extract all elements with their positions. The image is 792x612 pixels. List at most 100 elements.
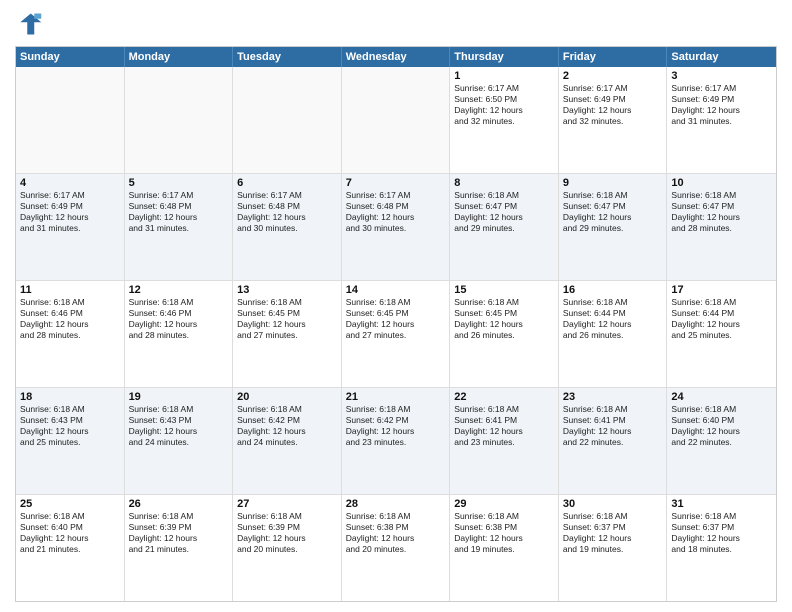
header-day-friday: Friday bbox=[559, 47, 668, 67]
calendar-header: SundayMondayTuesdayWednesdayThursdayFrid… bbox=[16, 47, 776, 67]
day-number: 8 bbox=[454, 177, 554, 189]
calendar-cell: 9Sunrise: 6:18 AMSunset: 6:47 PMDaylight… bbox=[559, 174, 668, 280]
header bbox=[15, 10, 777, 38]
calendar-cell: 11Sunrise: 6:18 AMSunset: 6:46 PMDayligh… bbox=[16, 281, 125, 387]
calendar: SundayMondayTuesdayWednesdayThursdayFrid… bbox=[15, 46, 777, 602]
calendar-row-3: 11Sunrise: 6:18 AMSunset: 6:46 PMDayligh… bbox=[16, 280, 776, 387]
cell-sun-info: Sunrise: 6:18 AMSunset: 6:47 PMDaylight:… bbox=[671, 190, 772, 234]
day-number: 28 bbox=[346, 498, 446, 510]
calendar-cell: 21Sunrise: 6:18 AMSunset: 6:42 PMDayligh… bbox=[342, 388, 451, 494]
calendar-row-5: 25Sunrise: 6:18 AMSunset: 6:40 PMDayligh… bbox=[16, 494, 776, 601]
cell-sun-info: Sunrise: 6:18 AMSunset: 6:42 PMDaylight:… bbox=[237, 404, 337, 448]
cell-sun-info: Sunrise: 6:17 AMSunset: 6:49 PMDaylight:… bbox=[671, 83, 772, 127]
calendar-cell: 15Sunrise: 6:18 AMSunset: 6:45 PMDayligh… bbox=[450, 281, 559, 387]
day-number: 3 bbox=[671, 70, 772, 82]
calendar-cell: 28Sunrise: 6:18 AMSunset: 6:38 PMDayligh… bbox=[342, 495, 451, 601]
calendar-cell: 18Sunrise: 6:18 AMSunset: 6:43 PMDayligh… bbox=[16, 388, 125, 494]
calendar-cell: 27Sunrise: 6:18 AMSunset: 6:39 PMDayligh… bbox=[233, 495, 342, 601]
day-number: 10 bbox=[671, 177, 772, 189]
cell-sun-info: Sunrise: 6:18 AMSunset: 6:47 PMDaylight:… bbox=[454, 190, 554, 234]
day-number: 27 bbox=[237, 498, 337, 510]
day-number: 2 bbox=[563, 70, 663, 82]
calendar-cell: 4Sunrise: 6:17 AMSunset: 6:49 PMDaylight… bbox=[16, 174, 125, 280]
cell-sun-info: Sunrise: 6:17 AMSunset: 6:49 PMDaylight:… bbox=[20, 190, 120, 234]
cell-sun-info: Sunrise: 6:18 AMSunset: 6:38 PMDaylight:… bbox=[346, 511, 446, 555]
header-day-thursday: Thursday bbox=[450, 47, 559, 67]
day-number: 30 bbox=[563, 498, 663, 510]
cell-sun-info: Sunrise: 6:18 AMSunset: 6:44 PMDaylight:… bbox=[563, 297, 663, 341]
day-number: 31 bbox=[671, 498, 772, 510]
day-number: 21 bbox=[346, 391, 446, 403]
cell-sun-info: Sunrise: 6:18 AMSunset: 6:38 PMDaylight:… bbox=[454, 511, 554, 555]
day-number: 20 bbox=[237, 391, 337, 403]
cell-sun-info: Sunrise: 6:18 AMSunset: 6:40 PMDaylight:… bbox=[20, 511, 120, 555]
day-number: 18 bbox=[20, 391, 120, 403]
day-number: 11 bbox=[20, 284, 120, 296]
calendar-cell: 23Sunrise: 6:18 AMSunset: 6:41 PMDayligh… bbox=[559, 388, 668, 494]
calendar-cell: 1Sunrise: 6:17 AMSunset: 6:50 PMDaylight… bbox=[450, 67, 559, 173]
cell-sun-info: Sunrise: 6:17 AMSunset: 6:48 PMDaylight:… bbox=[346, 190, 446, 234]
day-number: 13 bbox=[237, 284, 337, 296]
calendar-cell: 20Sunrise: 6:18 AMSunset: 6:42 PMDayligh… bbox=[233, 388, 342, 494]
cell-sun-info: Sunrise: 6:18 AMSunset: 6:37 PMDaylight:… bbox=[563, 511, 663, 555]
cell-sun-info: Sunrise: 6:18 AMSunset: 6:37 PMDaylight:… bbox=[671, 511, 772, 555]
cell-sun-info: Sunrise: 6:18 AMSunset: 6:45 PMDaylight:… bbox=[346, 297, 446, 341]
calendar-body: 1Sunrise: 6:17 AMSunset: 6:50 PMDaylight… bbox=[16, 67, 776, 601]
day-number: 12 bbox=[129, 284, 229, 296]
calendar-cell: 19Sunrise: 6:18 AMSunset: 6:43 PMDayligh… bbox=[125, 388, 234, 494]
day-number: 24 bbox=[671, 391, 772, 403]
day-number: 14 bbox=[346, 284, 446, 296]
calendar-cell: 25Sunrise: 6:18 AMSunset: 6:40 PMDayligh… bbox=[16, 495, 125, 601]
day-number: 23 bbox=[563, 391, 663, 403]
cell-sun-info: Sunrise: 6:18 AMSunset: 6:47 PMDaylight:… bbox=[563, 190, 663, 234]
cell-sun-info: Sunrise: 6:18 AMSunset: 6:43 PMDaylight:… bbox=[129, 404, 229, 448]
calendar-cell bbox=[16, 67, 125, 173]
cell-sun-info: Sunrise: 6:18 AMSunset: 6:39 PMDaylight:… bbox=[237, 511, 337, 555]
header-day-sunday: Sunday bbox=[16, 47, 125, 67]
cell-sun-info: Sunrise: 6:18 AMSunset: 6:40 PMDaylight:… bbox=[671, 404, 772, 448]
calendar-cell: 3Sunrise: 6:17 AMSunset: 6:49 PMDaylight… bbox=[667, 67, 776, 173]
day-number: 26 bbox=[129, 498, 229, 510]
calendar-cell: 2Sunrise: 6:17 AMSunset: 6:49 PMDaylight… bbox=[559, 67, 668, 173]
day-number: 29 bbox=[454, 498, 554, 510]
calendar-cell: 17Sunrise: 6:18 AMSunset: 6:44 PMDayligh… bbox=[667, 281, 776, 387]
day-number: 17 bbox=[671, 284, 772, 296]
cell-sun-info: Sunrise: 6:17 AMSunset: 6:48 PMDaylight:… bbox=[129, 190, 229, 234]
calendar-cell: 13Sunrise: 6:18 AMSunset: 6:45 PMDayligh… bbox=[233, 281, 342, 387]
cell-sun-info: Sunrise: 6:18 AMSunset: 6:46 PMDaylight:… bbox=[129, 297, 229, 341]
day-number: 7 bbox=[346, 177, 446, 189]
calendar-cell bbox=[342, 67, 451, 173]
cell-sun-info: Sunrise: 6:18 AMSunset: 6:44 PMDaylight:… bbox=[671, 297, 772, 341]
cell-sun-info: Sunrise: 6:18 AMSunset: 6:42 PMDaylight:… bbox=[346, 404, 446, 448]
cell-sun-info: Sunrise: 6:18 AMSunset: 6:41 PMDaylight:… bbox=[454, 404, 554, 448]
header-day-saturday: Saturday bbox=[667, 47, 776, 67]
calendar-cell: 26Sunrise: 6:18 AMSunset: 6:39 PMDayligh… bbox=[125, 495, 234, 601]
cell-sun-info: Sunrise: 6:18 AMSunset: 6:45 PMDaylight:… bbox=[454, 297, 554, 341]
logo-icon bbox=[15, 10, 43, 38]
calendar-cell: 29Sunrise: 6:18 AMSunset: 6:38 PMDayligh… bbox=[450, 495, 559, 601]
header-day-wednesday: Wednesday bbox=[342, 47, 451, 67]
day-number: 1 bbox=[454, 70, 554, 82]
calendar-cell: 31Sunrise: 6:18 AMSunset: 6:37 PMDayligh… bbox=[667, 495, 776, 601]
calendar-cell: 24Sunrise: 6:18 AMSunset: 6:40 PMDayligh… bbox=[667, 388, 776, 494]
day-number: 4 bbox=[20, 177, 120, 189]
calendar-cell: 30Sunrise: 6:18 AMSunset: 6:37 PMDayligh… bbox=[559, 495, 668, 601]
calendar-cell bbox=[233, 67, 342, 173]
calendar-row-4: 18Sunrise: 6:18 AMSunset: 6:43 PMDayligh… bbox=[16, 387, 776, 494]
header-day-tuesday: Tuesday bbox=[233, 47, 342, 67]
cell-sun-info: Sunrise: 6:18 AMSunset: 6:39 PMDaylight:… bbox=[129, 511, 229, 555]
calendar-cell: 8Sunrise: 6:18 AMSunset: 6:47 PMDaylight… bbox=[450, 174, 559, 280]
cell-sun-info: Sunrise: 6:17 AMSunset: 6:48 PMDaylight:… bbox=[237, 190, 337, 234]
day-number: 5 bbox=[129, 177, 229, 189]
cell-sun-info: Sunrise: 6:18 AMSunset: 6:43 PMDaylight:… bbox=[20, 404, 120, 448]
header-day-monday: Monday bbox=[125, 47, 234, 67]
calendar-cell: 16Sunrise: 6:18 AMSunset: 6:44 PMDayligh… bbox=[559, 281, 668, 387]
calendar-cell: 12Sunrise: 6:18 AMSunset: 6:46 PMDayligh… bbox=[125, 281, 234, 387]
day-number: 22 bbox=[454, 391, 554, 403]
calendar-row-2: 4Sunrise: 6:17 AMSunset: 6:49 PMDaylight… bbox=[16, 173, 776, 280]
day-number: 9 bbox=[563, 177, 663, 189]
cell-sun-info: Sunrise: 6:18 AMSunset: 6:46 PMDaylight:… bbox=[20, 297, 120, 341]
calendar-cell: 14Sunrise: 6:18 AMSunset: 6:45 PMDayligh… bbox=[342, 281, 451, 387]
logo bbox=[15, 10, 47, 38]
calendar-cell bbox=[125, 67, 234, 173]
